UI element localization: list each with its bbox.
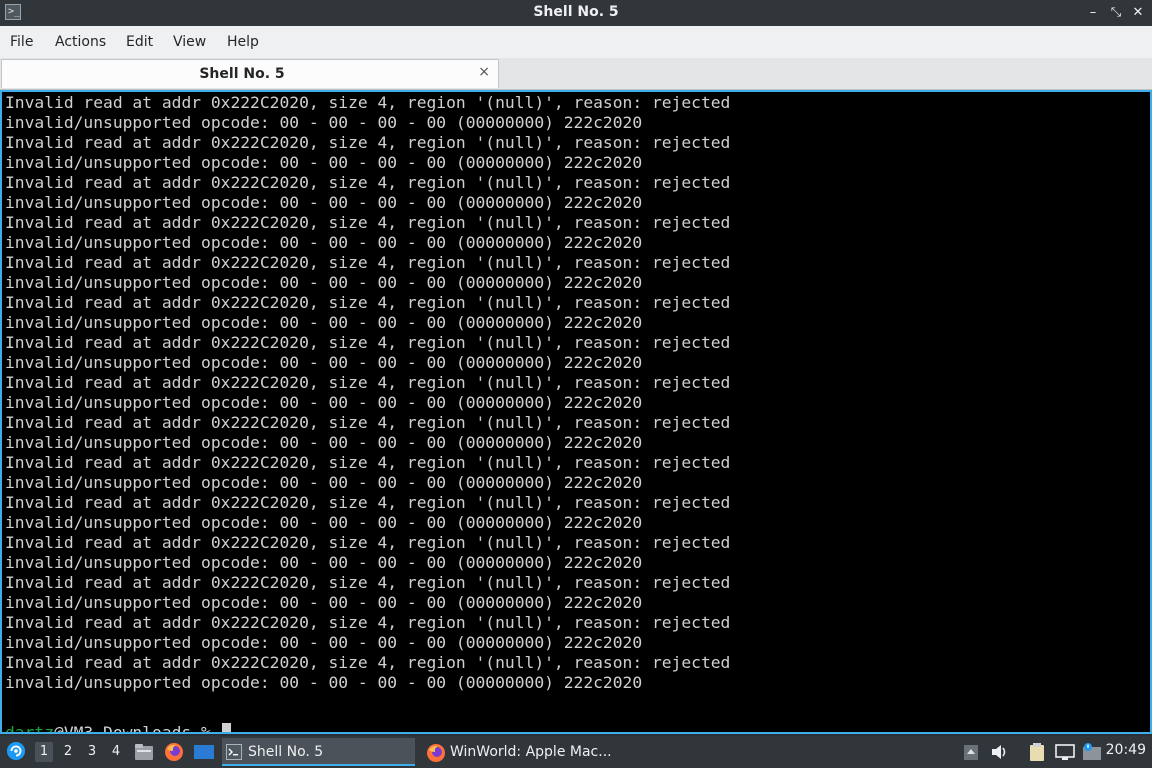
menu-bar: File Actions Edit View Help [0,26,1152,58]
task-shell-no-5[interactable]: Shell No. 5 [222,738,415,766]
terminal-line: invalid/unsupported opcode: 00 - 00 - 00… [5,473,643,492]
terminal-line: invalid/unsupported opcode: 00 - 00 - 00… [5,193,643,212]
terminal-line: Invalid read at addr 0x222C2020, size 4,… [5,653,731,672]
task-label: WinWorld: Apple Mac... [450,744,612,760]
terminal-line: Invalid read at addr 0x222C2020, size 4,… [5,173,731,192]
menu-actions[interactable]: Actions [55,34,106,50]
terminal-line: Invalid read at addr 0x222C2020, size 4,… [5,333,731,352]
terminal-icon [226,744,242,760]
task-winworld[interactable]: WinWorld: Apple Mac... [422,738,622,766]
window-titlebar: >_ Shell No. 5 – ⤡ ✕ [0,0,1152,26]
application-menu-icon[interactable] [5,741,27,761]
workspace-4[interactable]: 4 [107,742,125,762]
minimize-button[interactable]: – [1084,4,1102,22]
workspace-3[interactable]: 3 [83,742,101,762]
terminal-line: Invalid read at addr 0x222C2020, size 4,… [5,253,731,272]
tab-shell-5[interactable]: Shell No. 5 × [1,59,499,88]
close-button[interactable]: ✕ [1129,4,1147,22]
restore-button[interactable]: ⤡ [1107,4,1125,22]
files-icon[interactable] [134,742,154,762]
terminal-line: invalid/unsupported opcode: 00 - 00 - 00… [5,553,643,572]
terminal-line: invalid/unsupported opcode: 00 - 00 - 00… [5,513,643,532]
tray-up-arrow-icon[interactable] [962,742,980,762]
prompt-user: dartz [5,723,55,734]
clipboard-icon[interactable] [1028,742,1046,762]
text-cursor [221,723,231,732]
menu-edit[interactable]: Edit [126,34,153,50]
firefox-icon [427,744,445,762]
terminal-line: invalid/unsupported opcode: 00 - 00 - 00… [5,353,643,372]
terminal-line: Invalid read at addr 0x222C2020, size 4,… [5,613,731,632]
terminal-line: invalid/unsupported opcode: 00 - 00 - 00… [5,113,643,132]
volume-icon[interactable] [990,742,1010,762]
terminal-line: invalid/unsupported opcode: 00 - 00 - 00… [5,633,643,652]
terminal-line: Invalid read at addr 0x222C2020, size 4,… [5,453,731,472]
workspace-1[interactable]: 1 [35,742,53,762]
desktop-icon[interactable] [193,742,215,762]
terminal-output[interactable]: Invalid read at addr 0x222C2020, size 4,… [0,90,1152,734]
terminal-line: invalid/unsupported opcode: 00 - 00 - 00… [5,673,643,692]
window-title: Shell No. 5 [533,4,619,20]
terminal-line: Invalid read at addr 0x222C2020, size 4,… [5,373,731,392]
task-label: Shell No. 5 [248,744,324,760]
terminal-line: invalid/unsupported opcode: 00 - 00 - 00… [5,233,643,252]
firefox-icon[interactable] [164,742,184,762]
menu-file[interactable]: File [10,34,33,50]
menu-view[interactable]: View [173,34,206,50]
tab-close-icon[interactable]: × [478,64,490,80]
prompt-host-path: @VM3 Downloads % [54,723,221,734]
update-notifier-icon[interactable] [1082,742,1102,762]
terminal-line: invalid/unsupported opcode: 00 - 00 - 00… [5,593,643,612]
terminal-line: invalid/unsupported opcode: 00 - 00 - 00… [5,313,643,332]
workspace-2[interactable]: 2 [59,742,77,762]
terminal-line: invalid/unsupported opcode: 00 - 00 - 00… [5,153,643,172]
terminal-line: invalid/unsupported opcode: 00 - 00 - 00… [5,433,643,452]
terminal-line: Invalid read at addr 0x222C2020, size 4,… [5,533,731,552]
terminal-line: Invalid read at addr 0x222C2020, size 4,… [5,573,731,592]
terminal-line: Invalid read at addr 0x222C2020, size 4,… [5,493,731,512]
network-icon[interactable] [1054,742,1076,762]
terminal-line: Invalid read at addr 0x222C2020, size 4,… [5,213,731,232]
menu-help[interactable]: Help [227,34,259,50]
tab-bar: Shell No. 5 × [0,58,1152,90]
taskbar: 1 2 3 4 Shell No. 5 WinWorld: Apple Mac.… [0,736,1152,768]
terminal-line: Invalid read at addr 0x222C2020, size 4,… [5,133,731,152]
terminal-line: Invalid read at addr 0x222C2020, size 4,… [5,293,731,312]
terminal-line: Invalid read at addr 0x222C2020, size 4,… [5,93,731,112]
clock[interactable]: 20:49 [1106,742,1146,758]
terminal-line: Invalid read at addr 0x222C2020, size 4,… [5,413,731,432]
tab-label: Shell No. 5 [199,66,285,82]
terminal-line: invalid/unsupported opcode: 00 - 00 - 00… [5,273,643,292]
terminal-line: invalid/unsupported opcode: 00 - 00 - 00… [5,393,643,412]
prompt-line: dartz@VM3 Downloads % [5,723,231,734]
